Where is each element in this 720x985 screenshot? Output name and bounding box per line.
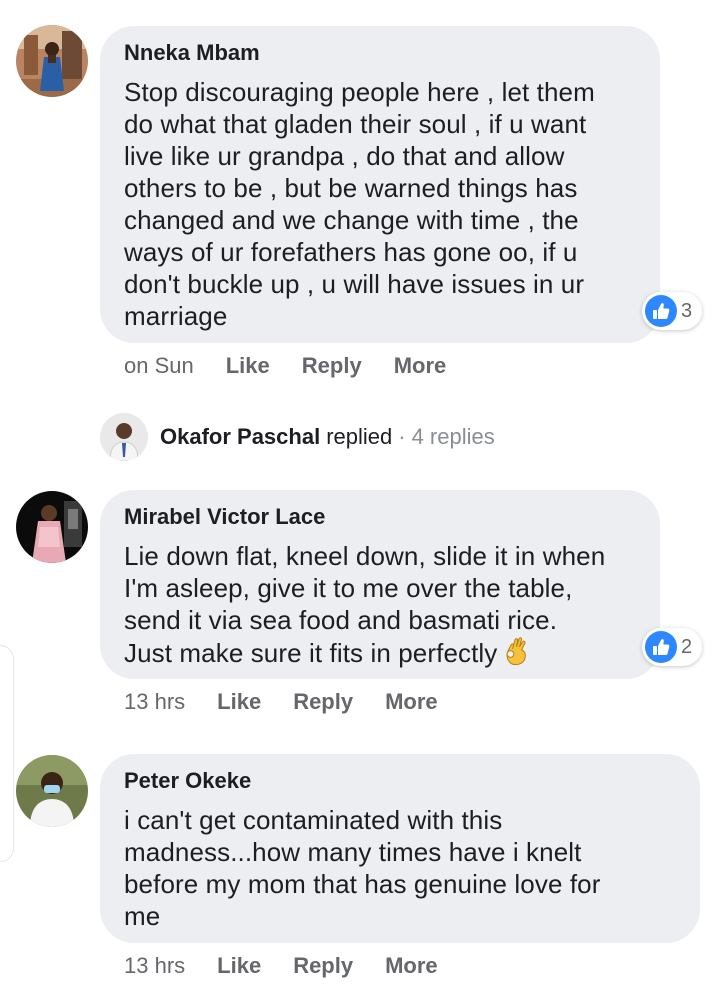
more-button[interactable]: More <box>385 953 438 979</box>
comment-bubble: Nneka Mbam Stop discouraging people here… <box>100 26 660 343</box>
comment-actions: on Sun Like Reply More <box>124 352 478 380</box>
reply-button[interactable]: Reply <box>293 689 353 715</box>
comment-timestamp[interactable]: 13 hrs <box>124 953 185 979</box>
view-replies-link[interactable]: Okafor Paschal replied · 4 replies <box>100 413 495 461</box>
reply-button[interactable]: Reply <box>302 353 362 379</box>
more-button[interactable]: More <box>394 353 447 379</box>
comment-author[interactable]: Nneka Mbam <box>124 40 636 66</box>
comment-actions: 13 hrs Like Reply More <box>124 688 470 716</box>
like-button[interactable]: Like <box>217 953 261 979</box>
comment-bubble: Peter Okeke i can't get contaminated wit… <box>100 754 700 943</box>
comment-bubble: Mirabel Victor Lace Lie down flat, kneel… <box>100 490 660 679</box>
comment-author[interactable]: Mirabel Victor Lace <box>124 504 636 530</box>
ok-hand-emoji-icon <box>503 636 531 673</box>
reply-button[interactable]: Reply <box>293 953 353 979</box>
comment-text: Lie down flat, kneel down, slide it in w… <box>124 540 636 673</box>
replied-label: replied <box>326 424 393 449</box>
comment-text: i can't get contaminated with this madne… <box>124 805 601 931</box>
like-button[interactable]: Like <box>217 689 261 715</box>
avatar-nneka-mbam[interactable] <box>16 25 88 97</box>
like-button[interactable]: Like <box>226 353 270 379</box>
avatar-peter-okeke[interactable] <box>16 755 88 827</box>
reaction-badge[interactable]: 2 <box>642 628 703 666</box>
reaction-badge[interactable]: 3 <box>642 292 703 330</box>
reaction-count: 2 <box>681 635 693 658</box>
reply-count[interactable]: 4 replies <box>412 424 495 450</box>
comment-author[interactable]: Peter Okeke <box>124 768 676 794</box>
comment-actions: 13 hrs Like Reply More <box>124 952 470 980</box>
comment-text: Stop discouraging people here , let them… <box>124 77 595 331</box>
thumbs-up-icon <box>645 631 677 663</box>
separator-dot: · <box>398 424 406 449</box>
comment-text-content: Lie down flat, kneel down, slide it in w… <box>124 541 606 668</box>
avatar-mirabel-victor-lace[interactable] <box>16 491 88 563</box>
avatar-okafor-paschal <box>100 413 148 461</box>
thumbs-up-icon <box>645 295 677 327</box>
adjacent-card-edge <box>0 645 14 862</box>
more-button[interactable]: More <box>385 689 438 715</box>
comment-timestamp[interactable]: on Sun <box>124 353 194 379</box>
comment-timestamp[interactable]: 13 hrs <box>124 689 185 715</box>
reaction-count: 3 <box>681 299 693 322</box>
replier-name[interactable]: Okafor Paschal <box>160 424 320 450</box>
